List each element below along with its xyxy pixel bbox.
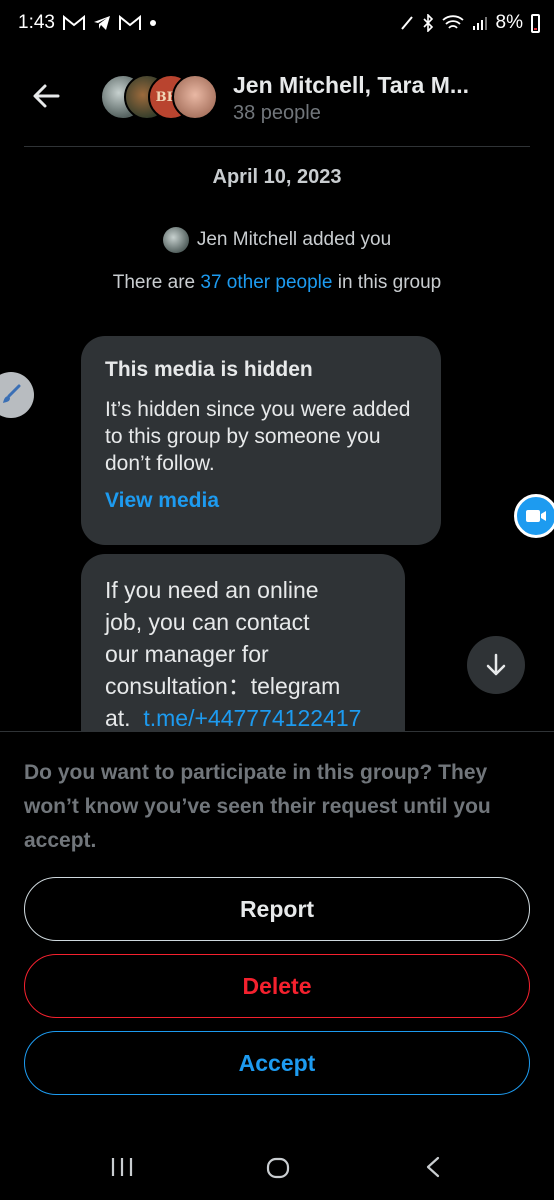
delete-button[interactable]: Delete xyxy=(24,954,530,1018)
group-avatars[interactable]: BEE xyxy=(100,74,218,122)
message-line: our manager for xyxy=(105,641,269,667)
signal-icon xyxy=(472,17,487,30)
message-line: at. t.me/+447774122417 xyxy=(105,702,381,734)
participation-prompt: Do you want to participate in this group… xyxy=(24,761,491,852)
status-time: 1:43 xyxy=(18,12,55,33)
bluetooth-icon xyxy=(422,14,433,32)
video-call-button[interactable] xyxy=(514,494,554,538)
dot-icon xyxy=(149,20,156,26)
scroll-down-button[interactable] xyxy=(467,636,525,694)
group-info-suffix: in this group xyxy=(332,272,442,293)
report-button[interactable]: Report xyxy=(24,877,530,941)
message-line: consultation：telegram xyxy=(105,673,341,699)
nav-back-icon[interactable] xyxy=(424,1156,442,1178)
message-line: If you need an online xyxy=(105,577,319,603)
view-media-link[interactable]: View media xyxy=(105,489,417,513)
added-text: Jen Mitchell added you xyxy=(196,229,392,250)
group-info: There are 37 other people in this group xyxy=(0,272,554,294)
telegram-link[interactable]: t.me/+447774122417 xyxy=(143,705,361,731)
back-arrow-icon[interactable] xyxy=(30,80,62,112)
wifi-icon xyxy=(441,15,464,29)
hidden-media-body: It’s hidden since you were added to this… xyxy=(105,398,411,475)
pen-icon xyxy=(400,16,413,30)
avatar xyxy=(162,227,189,253)
message-line-prefix: at. xyxy=(105,705,144,731)
telegram-icon xyxy=(93,16,110,30)
avatar xyxy=(172,74,218,120)
arrow-down-icon xyxy=(486,653,506,676)
hidden-media-title: This media is hidden xyxy=(105,358,313,381)
group-info-prefix: There are xyxy=(112,272,201,293)
video-camera-icon xyxy=(526,510,546,522)
paint-brush-button[interactable] xyxy=(0,372,34,418)
battery-percent: 8% xyxy=(495,12,523,33)
status-bar-left: 1:43 xyxy=(18,12,157,34)
hidden-media-bubble: This media is hidden It’s hidden since y… xyxy=(81,336,441,545)
other-people-link[interactable]: 37 other people xyxy=(200,272,332,293)
paint-brush-icon xyxy=(3,384,21,403)
added-notice: Jen Mitchell added you xyxy=(0,227,554,253)
home-icon[interactable] xyxy=(266,1157,290,1179)
conversation-date: April 10, 2023 xyxy=(212,166,342,188)
group-title[interactable]: Jen Mitchell, Tara M... xyxy=(233,72,469,99)
recent-apps-icon[interactable] xyxy=(110,1156,134,1178)
battery-icon xyxy=(531,13,540,33)
status-bar-right: 8% xyxy=(400,12,540,34)
accept-button[interactable]: Accept xyxy=(24,1031,530,1095)
gmail-icon xyxy=(118,15,141,30)
message-line: job, you can contact xyxy=(105,609,310,635)
gmail-icon xyxy=(62,15,85,30)
header-divider xyxy=(24,146,530,147)
group-member-count[interactable]: 38 people xyxy=(233,102,321,125)
